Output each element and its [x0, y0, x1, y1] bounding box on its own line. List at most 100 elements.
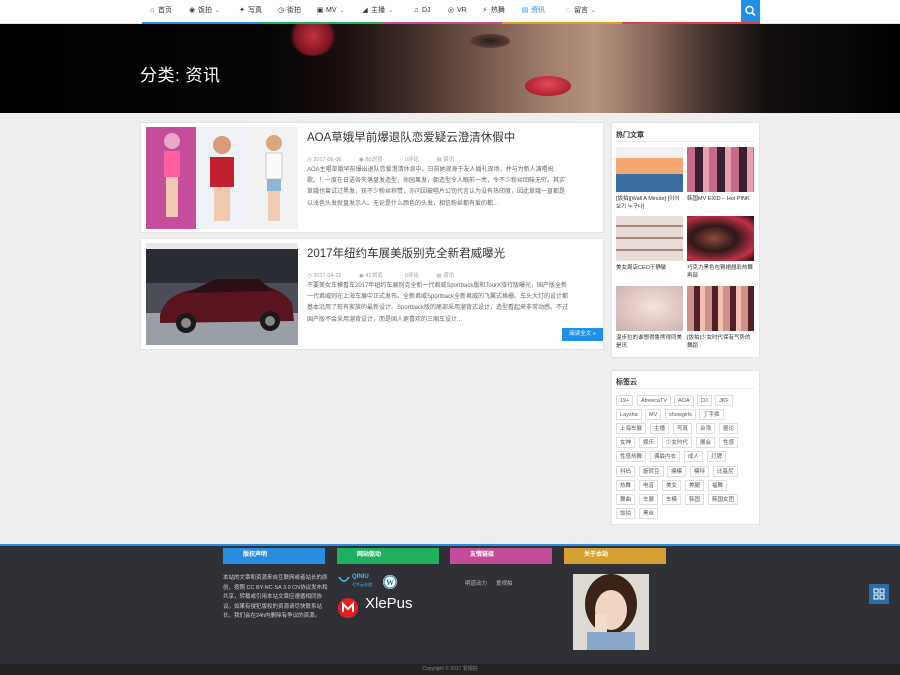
tag-link[interactable]: 屋论	[719, 423, 739, 435]
tag-link[interactable]: 旋转豆	[639, 465, 664, 477]
hot-post-item[interactable]: [饭拍]少女时代保有气势的舞蹈	[687, 286, 754, 350]
tag-link[interactable]: 性感	[719, 437, 739, 449]
post-title-link[interactable]: 2017年纽约车展美版别克全新君威曝光	[307, 245, 505, 261]
tag-link[interactable]: 少女时代	[662, 437, 693, 449]
tag-link[interactable]: 热舞	[616, 479, 636, 491]
xlepus-logo-icon	[338, 598, 358, 618]
search-button[interactable]	[741, 0, 760, 22]
footer-heading-copyright: 版权声明	[223, 548, 325, 564]
chevron-down-icon: ⌄	[215, 8, 221, 14]
tag-link[interactable]: 车模	[662, 493, 682, 505]
qr-code-button[interactable]	[869, 584, 889, 604]
tag-link[interactable]: AfreecaTV	[637, 395, 671, 406]
post-thumbnail[interactable]	[146, 127, 298, 229]
nav-item-home[interactable]: ⌂ 首页	[148, 0, 172, 22]
tag-link[interactable]: 女神	[616, 437, 636, 449]
tag-link[interactable]: 车展	[639, 493, 659, 505]
nav-item-zixun[interactable]: ▤ 资讯	[521, 0, 545, 22]
tag-link[interactable]: 19+	[616, 395, 634, 406]
tag-link[interactable]: 台湾	[696, 423, 716, 435]
post-views: ◉ 41浏览	[359, 273, 383, 279]
friend-link[interactable]: 明道动力	[465, 579, 487, 587]
post-thumbnail-image	[146, 243, 298, 345]
tag-link[interactable]: 舞曲	[616, 493, 636, 505]
page-title: 分类: 资讯	[140, 66, 221, 85]
tag-link[interactable]: 打牌	[707, 451, 727, 463]
tag-link[interactable]: 抖码	[616, 465, 636, 477]
post-meta: ◷ 2017-04-22 ◉ 41浏览 ◌ 0评论 ▤ 资讯	[307, 271, 470, 279]
hot-post-thumbnail	[616, 216, 683, 261]
tag-link[interactable]: 模特	[690, 465, 710, 477]
chevron-down-icon: ⌄	[388, 8, 394, 14]
tag-link[interactable]: JKF	[715, 395, 733, 406]
nav-item-jiepai[interactable]: ◷ 街拍	[277, 0, 301, 22]
hot-post-item[interactable]: 美女周店CEO干静敏	[616, 216, 683, 272]
tag-link[interactable]: AOA	[674, 395, 694, 406]
read-more-button[interactable]: 阅读全文 »	[562, 328, 603, 341]
tag-link[interactable]: 偶最内衣	[650, 451, 681, 463]
hot-post-thumbnail	[687, 147, 754, 192]
widget-title: 标签云	[616, 379, 637, 386]
tag-link[interactable]: 饭拍	[616, 507, 636, 519]
nav-item-liuyan[interactable]: ◌ 留言 ⌄	[564, 0, 596, 22]
post-excerpt: AOA主唱草娥早前爆出退队恋爱澄清休息中。日前她现身于友人婚礼现场，并与为新人演…	[307, 167, 566, 207]
post-category[interactable]: ▤ 资讯	[436, 273, 462, 279]
hot-post-item[interactable]: 巧克力黑色包臀裙翘彩热舞再部	[687, 216, 754, 280]
tag-link[interactable]: DJ	[697, 395, 712, 406]
tag-link[interactable]: 比基尼	[713, 465, 738, 477]
nav-item-vr[interactable]: ◎ VR	[447, 0, 467, 22]
hot-post-thumbnail	[616, 147, 683, 192]
search-icon	[745, 5, 756, 17]
tag-link[interactable]: 韩国	[685, 493, 705, 505]
hot-post-thumbnail	[687, 216, 754, 261]
home-icon: ⌂	[149, 7, 155, 14]
nav-item-fanpai[interactable]: ◉ 饭拍 ⌄	[188, 0, 220, 22]
tag-link[interactable]: 福舞	[708, 479, 728, 491]
tag-link[interactable]: MV	[645, 409, 662, 421]
tag-link[interactable]: 美腿	[685, 479, 705, 491]
nav-item-dj[interactable]: ♫ DJ	[412, 0, 430, 22]
tag-link[interactable]: 丁字裤	[699, 409, 724, 421]
nav-item-xiezhen[interactable]: ✦ 写真	[238, 0, 262, 22]
post-comments[interactable]: ◌ 0评论	[400, 157, 427, 163]
tag-link[interactable]: 黑丝	[639, 507, 659, 519]
tag-link[interactable]: Laysha	[616, 409, 642, 421]
nav-item-rewu[interactable]: ⚡ 热舞	[481, 0, 505, 22]
tag-link[interactable]: 摸模	[667, 465, 687, 477]
tag-link[interactable]: 写真	[673, 423, 693, 435]
camera-icon: ◉	[188, 7, 196, 14]
friend-link[interactable]: 爱视拍	[496, 579, 513, 587]
copyright-statement: 本站的文章和资源来自互联网或者站长的原创，按照 CC BY-NC-SA 3.0 …	[223, 575, 328, 620]
hot-post-item[interactable]: 韩国MV EXID – Hot PINK	[687, 147, 754, 203]
post-thumbnail[interactable]	[146, 243, 298, 345]
hot-post-thumbnail	[687, 286, 754, 331]
tag-link[interactable]: 主播	[650, 423, 670, 435]
clock-icon: ◷	[277, 7, 285, 14]
qiniu-logo[interactable]: QINIU 七牛云存储	[338, 574, 376, 590]
tag-link[interactable]: 电音	[639, 479, 659, 491]
footer-heading-about: 关于本站	[564, 548, 666, 564]
tag-link[interactable]: 展会	[696, 437, 716, 449]
tag-link[interactable]: 韩国女团	[708, 493, 739, 505]
post-category[interactable]: ▤ 资讯	[436, 157, 462, 163]
tag-link[interactable]: 上海车展	[616, 423, 647, 435]
tag-link[interactable]: 美女	[662, 479, 682, 491]
qr-code-icon	[873, 588, 885, 600]
nav-item-zhubo[interactable]: ◢ 主播 ⌄	[361, 0, 393, 22]
post-title-link[interactable]: AOA草娥早前爆退队恋爱疑云澄清休假中	[307, 129, 515, 145]
tag-link[interactable]: 娱乐	[639, 437, 659, 449]
copyright-bar: Copyright © 2017 爱视拍	[0, 664, 900, 675]
nav-item-mv[interactable]: ▣ MV ⌄	[316, 0, 345, 22]
hot-post-item[interactable]: [饭拍][Wall A Minute] [이어보기 누구나]	[616, 147, 683, 211]
tag-link[interactable]: showgirls	[665, 409, 696, 421]
tag-link[interactable]: 性感热舞	[616, 451, 647, 463]
xlepus-logo-text[interactable]: XlePus	[365, 595, 413, 612]
wordpress-logo[interactable]: W	[383, 575, 397, 589]
post-comments[interactable]: ◌ 0评论	[400, 273, 427, 279]
music-icon: ♫	[413, 7, 419, 14]
hot-post-item[interactable]: 温步拉的谁想得鲁熊得同美是讯	[616, 286, 683, 350]
widget-title: 热门文章	[616, 132, 644, 139]
post-meta: ◷ 2017-06-06 ◉ 80浏览 ◌ 0评论 ▤ 资讯	[307, 155, 470, 163]
tag-link[interactable]: 成人	[684, 451, 704, 463]
post-thumbnail-image	[146, 127, 298, 229]
